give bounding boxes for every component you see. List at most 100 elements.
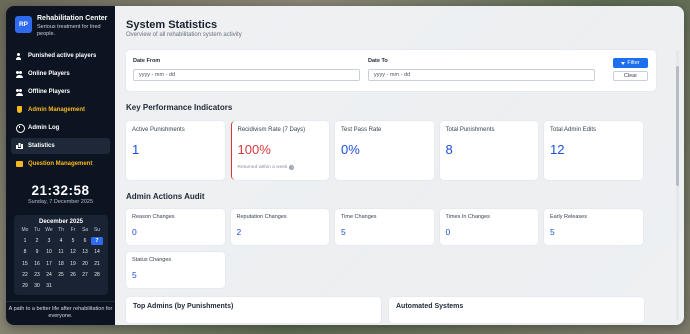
audit-card-reason-changes: Reason Changes 0 (126, 209, 225, 245)
sidebar-item-statistics[interactable]: Statistics (11, 137, 110, 154)
date-filter-card: Date From yyyy - mm - dd Date To yyyy - … (126, 50, 656, 91)
calendar-day[interactable]: 17 (43, 260, 55, 268)
calendar-title: December 2025 (38, 219, 84, 226)
audit-label: Status Changes (132, 257, 172, 263)
date-from-input[interactable]: yyyy - mm - dd (133, 69, 360, 81)
clock: 21:32:58 Sunday, 7 December 2025 (6, 183, 115, 205)
calendar-day[interactable]: 12 (67, 248, 79, 256)
sidebar-item-label: Admin Management (28, 106, 86, 113)
audit-value: 5 (550, 227, 555, 237)
date-from-label: Date From (133, 58, 161, 64)
calendar-weekday: We (45, 227, 53, 234)
calendar-weekday: Th (58, 227, 64, 234)
sidebar-item-label: Admin Log (28, 124, 60, 131)
calendar-day[interactable]: 9 (31, 248, 43, 256)
calendar-weekday: Su (93, 227, 101, 234)
kpi-row: Active Punishments 1 Recidivism Rate (7 … (126, 121, 672, 180)
calendar-day[interactable]: 31 (43, 282, 55, 290)
calendar-day[interactable]: 23 (31, 271, 43, 279)
calendar-day[interactable]: 18 (55, 260, 67, 268)
brand-tagline: Serious treatment for tired people. (37, 24, 101, 37)
sidebar-item-offline-players[interactable]: Offline Players (11, 84, 110, 100)
kpi-label: Test Pass Rate (341, 127, 382, 133)
kpi-value: 8 (445, 142, 453, 157)
calendar-day[interactable]: 2 (31, 237, 43, 245)
calendar-day[interactable]: 1 (19, 237, 31, 245)
audit-value: 5 (341, 227, 346, 237)
audit-card-time-changes: Time Changes 5 (335, 209, 434, 245)
sidebar-item-label: Punished active players (28, 53, 97, 60)
calendar-day[interactable]: 11 (55, 248, 67, 256)
calendar-day[interactable]: 3 (43, 237, 55, 245)
audit-value: 5 (132, 270, 137, 280)
bottom-row: Top Admins (by Punishments) Automated Sy… (126, 297, 672, 323)
kpi-value: 12 (550, 142, 565, 157)
scrollbar-thumb[interactable] (676, 66, 679, 186)
calendar-day[interactable]: 22 (19, 271, 31, 279)
calendar-day[interactable]: 6 (79, 237, 91, 245)
audit-label: Reason Changes (132, 214, 175, 220)
calendar-day[interactable]: 20 (79, 260, 91, 268)
kpi-label: Active Punishments (132, 127, 185, 133)
sidebar-item-online-players[interactable]: Online Players (11, 66, 110, 82)
calendar-day[interactable]: 16 (31, 260, 43, 268)
calendar-day[interactable]: 10 (43, 248, 55, 256)
help-icon[interactable]: ? (289, 165, 295, 170)
sidebar-item-admin-log[interactable]: Admin Log (11, 120, 110, 136)
calendar-day[interactable]: 8 (19, 248, 31, 256)
clear-button[interactable]: Clear (613, 71, 648, 81)
kpi-card-active-punishments: Active Punishments 1 (126, 121, 225, 180)
calendar-day[interactable]: 27 (79, 271, 91, 279)
audit-label: Early Releases (550, 214, 587, 220)
kpi-label: Total Punishments (445, 127, 495, 133)
calendar-day[interactable]: 4 (55, 237, 67, 245)
calendar-day[interactable]: 5 (67, 237, 79, 245)
automated-systems-card: Automated Systems (389, 297, 644, 323)
calendar-day[interactable]: 15 (19, 260, 31, 268)
calendar-weekday: Mo (21, 227, 29, 234)
calendar-day[interactable]: 29 (19, 282, 31, 290)
audit-label: Reputation Changes (236, 214, 287, 220)
calendar-day[interactable]: 28 (91, 271, 103, 279)
kpi-label: Recidivism Rate (7 Days) (237, 127, 306, 133)
kpi-card-total-punishments: Total Punishments 8 (439, 121, 538, 180)
sidebar-item-punished-active-players[interactable]: Punished active players (11, 48, 110, 64)
calendar-day[interactable]: 30 (31, 282, 43, 290)
calendar-weekday: Fr (70, 227, 76, 234)
calendar-grid: Mo Tu We Th Fr Sa Su 1 2 3 4 5 6 7 8 9 10 11 12 13 14 15 16 17 1… (19, 227, 103, 290)
calendar-day[interactable]: 19 (67, 260, 79, 268)
calendar-day-today[interactable]: 7 (91, 236, 103, 245)
audit-label: Time Changes (341, 214, 377, 220)
calendar-weekday: Tu (34, 227, 40, 234)
page-title: System Statistics (126, 19, 218, 31)
users-icon (16, 70, 23, 78)
audit-card-early-releases: Early Releases 5 (544, 209, 643, 245)
kpi-value: 0% (341, 142, 360, 157)
filter-button[interactable]: Filter (613, 58, 648, 68)
filter-icon (621, 61, 626, 65)
sidebar-item-admin-management[interactable]: Admin Management (11, 102, 110, 118)
sidebar-item-label: Question Management (28, 160, 93, 167)
clock-date: Sunday, 7 December 2025 (27, 199, 94, 206)
calendar-day[interactable]: 21 (91, 260, 103, 268)
kpi-card-total-admin-edits: Total Admin Edits 12 (544, 121, 643, 180)
calendar-day[interactable]: 24 (43, 271, 55, 279)
user-icon (16, 52, 23, 60)
calendar-day[interactable]: 26 (67, 271, 79, 279)
kpi-value: 1 (132, 142, 140, 157)
kpi-section-title: Key Performance Indicators (126, 103, 233, 112)
date-to-input[interactable]: yyyy - mm - dd (368, 69, 595, 81)
sidebar-item-question-management[interactable]: Question Management (11, 156, 110, 172)
audit-grid: Reason Changes 0 Reputation Changes 2 Ti… (126, 209, 667, 288)
kpi-value: 100% (237, 142, 271, 157)
audit-card-times-in-changes: Times In Changes 0 (439, 209, 538, 245)
sidebar-item-label: Offline Players (28, 89, 71, 96)
calendar-day[interactable]: 25 (55, 271, 67, 279)
main-content: System Statistics Overview of all rehabi… (115, 6, 684, 325)
calendar-day[interactable]: 14 (91, 248, 103, 256)
kpi-label: Total Admin Edits (550, 127, 597, 133)
users-icon (16, 88, 23, 96)
audit-value: 0 (445, 227, 451, 237)
calendar-day[interactable]: 13 (79, 248, 91, 256)
sidebar-item-label: Online Players (28, 71, 70, 78)
